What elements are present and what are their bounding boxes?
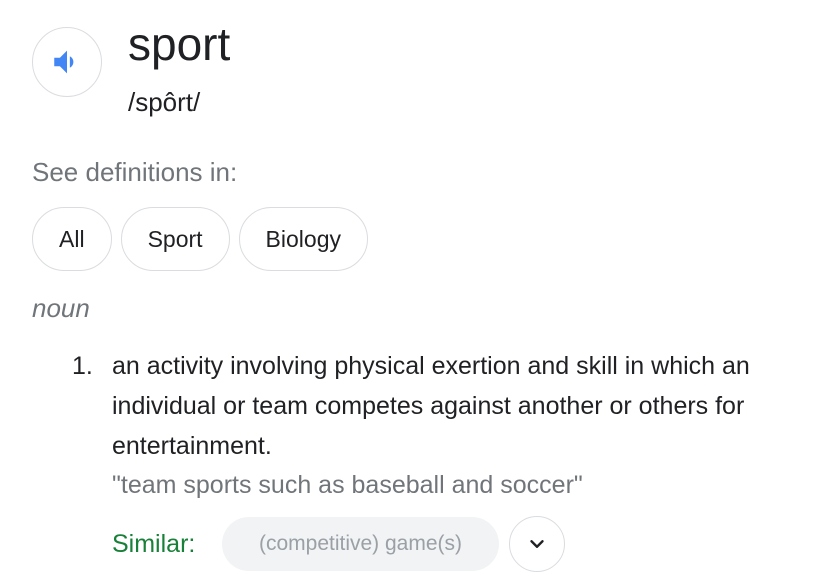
chevron-down-icon (530, 540, 544, 548)
pronunciation-audio-button[interactable] (32, 27, 102, 97)
definition-category-chips: All Sport Biology (32, 207, 368, 271)
chip-sport[interactable]: Sport (120, 207, 230, 271)
chip-all[interactable]: All (32, 207, 112, 271)
similar-word-chip[interactable]: (competitive) game(s) (222, 517, 499, 571)
chip-biology[interactable]: Biology (238, 207, 368, 271)
speaker-icon (54, 50, 74, 74)
dictionary-word: sport (128, 18, 231, 70)
definition-number: 1. (72, 352, 93, 380)
similar-label: Similar: (112, 530, 196, 558)
part-of-speech: noun (32, 293, 90, 323)
definition-example: "team sports such as baseball and soccer… (112, 471, 583, 499)
definition-text: an activity involving physical exertion … (112, 352, 750, 460)
expand-similar-button[interactable] (509, 516, 565, 572)
phonetic-spelling: /spôrt/ (128, 87, 201, 117)
see-definitions-label: See definitions in: (32, 157, 238, 187)
